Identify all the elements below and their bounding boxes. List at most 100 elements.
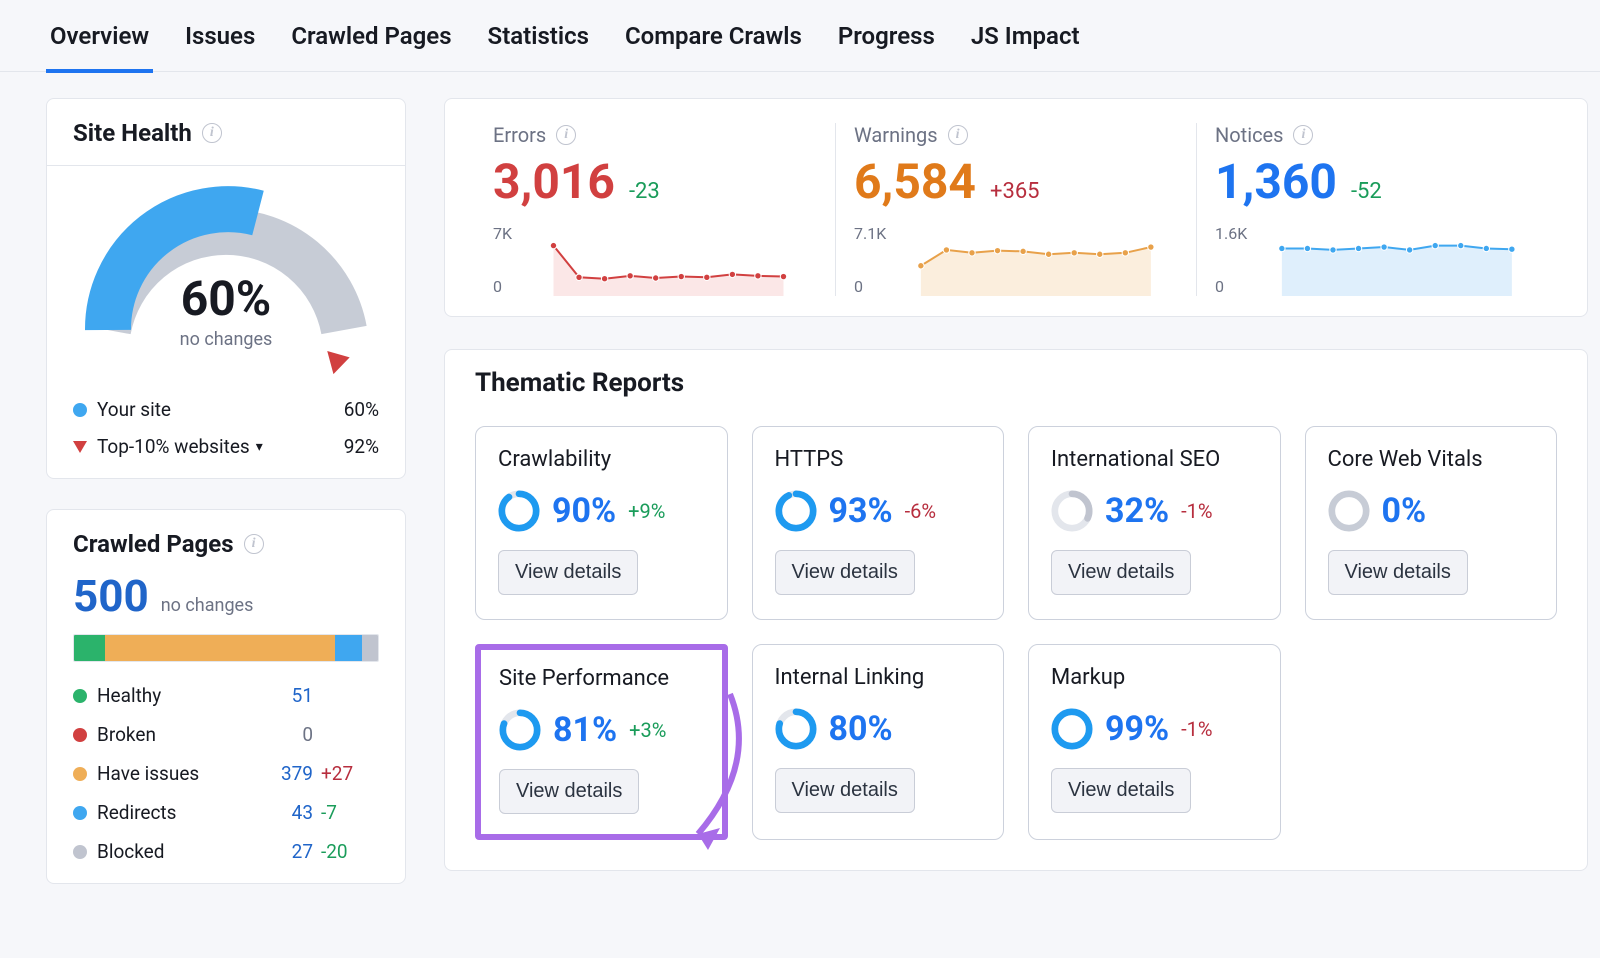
crawled-count[interactable]: 500 (73, 570, 149, 622)
report-card-site-performance: Site Performance81%+3%View details (475, 644, 728, 840)
tab-issues[interactable]: Issues (181, 0, 259, 72)
nav-tabs: Overview Issues Crawled Pages Statistics… (0, 0, 1600, 72)
info-icon[interactable]: i (556, 125, 576, 145)
donut-icon (499, 709, 541, 751)
view-details-button[interactable]: View details (1328, 550, 1468, 595)
tab-crawled-pages[interactable]: Crawled Pages (287, 0, 455, 72)
tab-compare-crawls[interactable]: Compare Crawls (621, 0, 806, 72)
y-max: 7.1K (854, 224, 886, 243)
summary-delta: -52 (1351, 179, 1382, 204)
list-item[interactable]: Have issues (73, 762, 247, 785)
report-percent: 80% (829, 709, 893, 749)
view-details-button[interactable]: View details (498, 550, 638, 595)
count-value[interactable]: 51 (255, 684, 313, 707)
donut-icon (498, 490, 540, 532)
count-value[interactable]: 43 (255, 801, 313, 824)
seg-healthy (74, 635, 105, 661)
delta-value: -7 (321, 801, 379, 824)
donut-icon (775, 708, 817, 750)
seg-issues (105, 635, 335, 661)
list-item[interactable]: Healthy (73, 684, 247, 707)
report-percent: 0% (1382, 491, 1427, 531)
delta-value: +27 (321, 762, 379, 785)
report-percent: 99% (1105, 709, 1169, 749)
report-card-internal-linking: Internal Linking 80% View details (752, 644, 1005, 840)
crawled-count-row: 500 no changes (73, 570, 379, 622)
site-health-score: 60% (73, 270, 379, 327)
dot-icon (73, 806, 87, 820)
report-delta: -1% (1181, 717, 1212, 741)
y-min: 0 (854, 277, 886, 296)
view-details-button[interactable]: View details (1051, 550, 1191, 595)
report-title: Markup (1051, 665, 1258, 690)
dot-icon (73, 689, 87, 703)
list-item[interactable]: Broken (73, 723, 247, 746)
issues-summary-card: Errorsi3,016-237K0Warningsi6,584+3657.1K… (444, 98, 1588, 317)
report-title: Core Web Vitals (1328, 447, 1535, 472)
summary-label: Notices (1215, 123, 1283, 147)
info-icon[interactable]: i (1293, 125, 1313, 145)
site-health-card: Site Health i 60% no changes (46, 98, 406, 479)
report-title: HTTPS (775, 447, 982, 472)
summary-value: 1,360 (1215, 153, 1337, 210)
report-grid: Crawlability90%+9%View detailsHTTPS93%-6… (475, 426, 1557, 840)
summary-errors[interactable]: Errorsi3,016-237K0 (475, 123, 835, 296)
tab-js-impact[interactable]: JS Impact (967, 0, 1084, 72)
donut-icon (1328, 490, 1370, 532)
site-health-gauge: 60% no changes (73, 180, 379, 380)
crawled-stacked-bar (73, 634, 379, 662)
summary-value: 3,016 (493, 153, 615, 210)
y-min: 0 (1215, 277, 1247, 296)
report-delta: +3% (629, 718, 666, 742)
crawled-legend: Healthy 51 Broken 0 Have issues 379 +27 Redirec… (73, 684, 379, 863)
info-icon[interactable]: i (202, 123, 222, 143)
report-percent: 93% (829, 491, 893, 531)
site-health-subtext: no changes (73, 329, 379, 350)
donut-icon (775, 490, 817, 532)
delta-value: -20 (321, 840, 379, 863)
report-delta: +9% (628, 499, 665, 523)
info-icon[interactable]: i (948, 125, 968, 145)
thematic-title: Thematic Reports (475, 368, 1557, 398)
tab-progress[interactable]: Progress (834, 0, 939, 72)
donut-icon (1051, 490, 1093, 532)
report-title: International SEO (1051, 447, 1258, 472)
list-item[interactable]: Blocked (73, 840, 247, 863)
report-card-international-seo: International SEO32%-1%View details (1028, 426, 1281, 620)
view-details-button[interactable]: View details (1051, 768, 1191, 813)
seg-blocked (362, 635, 378, 661)
crawled-title: Crawled Pages (73, 530, 234, 558)
tab-overview[interactable]: Overview (46, 0, 153, 72)
view-details-button[interactable]: View details (499, 769, 639, 814)
report-title: Internal Linking (775, 665, 982, 690)
dot-icon (73, 728, 87, 742)
report-title: Site Performance (499, 666, 704, 691)
crawled-subtext: no changes (161, 595, 254, 616)
info-icon[interactable]: i (244, 534, 264, 554)
thematic-reports-card: Thematic Reports Crawlability90%+9%View … (444, 349, 1588, 871)
seg-redirects (335, 635, 361, 661)
view-details-button[interactable]: View details (775, 550, 915, 595)
count-value[interactable]: 27 (255, 840, 313, 863)
y-min: 0 (493, 277, 512, 296)
report-card-markup: Markup 99% -1% View details (1028, 644, 1281, 840)
site-health-title: Site Health (73, 119, 192, 147)
donut-icon (1051, 708, 1093, 750)
dot-icon (73, 403, 87, 417)
tab-statistics[interactable]: Statistics (484, 0, 593, 72)
summary-notices[interactable]: Noticesi1,360-521.6K0 (1196, 123, 1557, 296)
view-details-button[interactable]: View details (775, 768, 915, 813)
count-value[interactable]: 0 (255, 723, 313, 746)
summary-warnings[interactable]: Warningsi6,584+3657.1K0 (835, 123, 1196, 296)
list-item[interactable]: Redirects (73, 801, 247, 824)
dot-icon (73, 767, 87, 781)
report-card-core-web-vitals: Core Web Vitals 0% View details (1305, 426, 1558, 620)
legend-top-sites[interactable]: Top-10% websites ▾ 92% (73, 435, 379, 458)
report-card-https: HTTPS93%-6%View details (752, 426, 1005, 620)
sparkline-errors (520, 224, 817, 296)
summary-label: Errors (493, 123, 546, 147)
summary-delta: -23 (629, 179, 660, 204)
summary-label: Warnings (854, 123, 938, 147)
count-value[interactable]: 379 (255, 762, 313, 785)
report-card-crawlability: Crawlability90%+9%View details (475, 426, 728, 620)
